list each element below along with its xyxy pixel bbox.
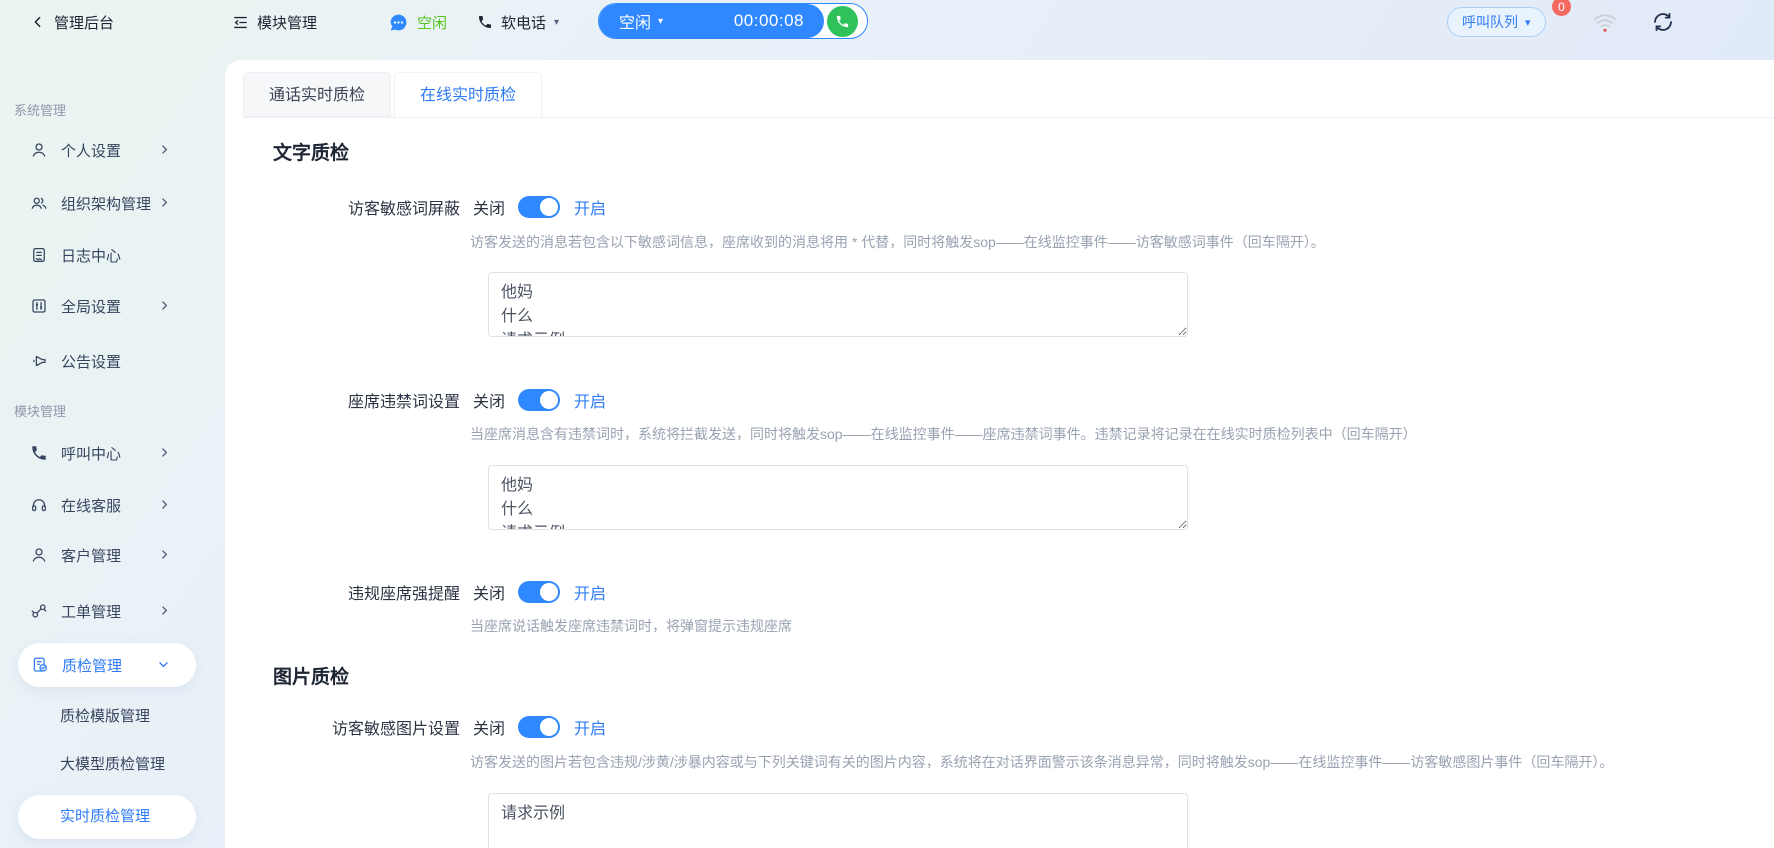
chevron-right-icon bbox=[158, 196, 171, 209]
softphone-dropdown[interactable]: 软电话 ▾ bbox=[477, 0, 559, 44]
setting-label: 违规座席强提醒 bbox=[347, 586, 460, 603]
toggle-knob bbox=[540, 391, 559, 409]
announcement-icon bbox=[30, 352, 48, 370]
chevron-right-icon bbox=[158, 604, 171, 617]
call-button[interactable] bbox=[827, 5, 858, 37]
chevron-right-icon bbox=[158, 143, 171, 156]
toggle-off-label: 关闭 bbox=[473, 394, 506, 411]
visitor-sensitive-images-toggle[interactable] bbox=[518, 716, 561, 738]
agent-status-label[interactable]: 空闲 bbox=[619, 9, 651, 33]
toggle-on-label: 开启 bbox=[574, 201, 607, 218]
setting-description: 当座席消息含有违禁词时，系统将拦截发送，同时将触发sop——在线监控事件——座席… bbox=[470, 426, 1417, 442]
agent-status-pill[interactable]: 空闲 ▾ 00:00:08 bbox=[598, 3, 868, 39]
chevron-down-icon bbox=[157, 658, 170, 671]
chat-bubble-icon bbox=[388, 12, 409, 33]
sidebar-section-module: 模块管理 bbox=[14, 404, 67, 419]
toggle-off-label: 关闭 bbox=[473, 586, 506, 603]
back-chevron-icon bbox=[30, 14, 46, 30]
call-timer: 00:00:08 bbox=[733, 11, 804, 30]
visitor-sensitive-images-textarea[interactable]: 请求示例 bbox=[488, 793, 1188, 848]
setting-description: 当座席说话触发座席违禁词时，将弹窗提示违规座席 bbox=[470, 618, 792, 634]
chevron-right-icon bbox=[158, 548, 171, 561]
section-title-image-qc: 图片质检 bbox=[273, 667, 350, 688]
call-queue-badge: 0 bbox=[1552, 0, 1571, 16]
setting-label: 访客敏感词屏蔽 bbox=[347, 201, 460, 218]
chevron-down-icon: ▾ bbox=[1525, 16, 1531, 29]
module-label: 模块管理 bbox=[257, 14, 318, 32]
toggle-on-label: 开启 bbox=[574, 586, 607, 603]
sidebar-subitem-qc-template[interactable]: 质检模版管理 bbox=[0, 695, 212, 739]
visitor-sensitive-words-toggle[interactable] bbox=[518, 196, 561, 218]
toggle-off-label: 关闭 bbox=[473, 201, 506, 218]
setting-row-violation-strong-reminder: 违规座席强提醒 关闭 开启 bbox=[225, 580, 606, 604]
toggle-on-label: 开启 bbox=[574, 721, 607, 738]
call-queue-dropdown[interactable]: 呼叫队列 ▾ bbox=[1447, 7, 1546, 37]
sidebar-item-org-management[interactable]: 组织架构管理 bbox=[0, 181, 212, 225]
global-settings-icon bbox=[30, 297, 48, 315]
chat-status[interactable]: 空闲 bbox=[388, 0, 447, 44]
call-center-icon bbox=[30, 444, 48, 462]
sidebar-item-online-service[interactable]: 在线客服 bbox=[0, 483, 212, 527]
sidebar-item-work-order[interactable]: 工单管理 bbox=[0, 589, 212, 633]
sidebar-item-call-center[interactable]: 呼叫中心 bbox=[0, 431, 212, 475]
back-button[interactable]: 管理后台 bbox=[30, 0, 114, 44]
chevron-right-icon bbox=[158, 498, 171, 511]
softphone-label: 软电话 bbox=[501, 14, 547, 32]
sidebar-subitem-llm-qc[interactable]: 大模型质检管理 bbox=[0, 743, 212, 787]
chevron-right-icon bbox=[158, 299, 171, 312]
org-icon bbox=[30, 194, 48, 212]
agent-forbidden-words-toggle[interactable] bbox=[518, 389, 561, 411]
sidebar-item-announcement-settings[interactable]: 公告设置 bbox=[0, 339, 212, 383]
toggle-knob bbox=[540, 718, 559, 736]
visitor-sensitive-words-textarea[interactable]: 他妈 什么 请求示例 bbox=[488, 272, 1188, 337]
setting-row-visitor-sensitive-images: 访客敏感图片设置 关闭 开启 bbox=[225, 715, 606, 739]
chevron-down-icon: ▾ bbox=[658, 15, 664, 27]
sidebar-item-log-center[interactable]: 日志中心 bbox=[0, 233, 212, 277]
headset-icon bbox=[30, 496, 48, 514]
sidebar-item-global-settings[interactable]: 全局设置 bbox=[0, 284, 212, 328]
qc-icon bbox=[31, 656, 49, 674]
work-order-icon bbox=[30, 602, 48, 620]
sidebar-subitem-realtime-qc[interactable]: 实时质检管理 bbox=[18, 795, 196, 839]
setting-label: 访客敏感图片设置 bbox=[331, 721, 460, 738]
toggle-knob bbox=[540, 583, 559, 601]
sidebar: 系统管理 个人设置 组织架构管理 日志中心 全局设置 公告设置 模块管理 呼叫中… bbox=[0, 60, 212, 848]
back-label: 管理后台 bbox=[54, 14, 115, 32]
sync-icon[interactable] bbox=[1651, 10, 1675, 34]
setting-description: 访客发送的图片若包含违规/涉黄/涉暴内容或与下列关键词有关的图片内容，系统将在对… bbox=[470, 754, 1614, 770]
chat-status-label: 空闲 bbox=[417, 14, 448, 32]
setting-row-agent-forbidden-words: 座席违禁词设置 关闭 开启 bbox=[225, 388, 606, 412]
wifi-icon bbox=[1592, 9, 1618, 35]
tab-online-realtime-qc[interactable]: 在线实时质检 bbox=[394, 72, 543, 117]
main-content-card: 通话实时质检 在线实时质检 文字质检 访客敏感词屏蔽 关闭 开启 访客发送的消息… bbox=[225, 60, 1774, 848]
section-title-text-qc: 文字质检 bbox=[273, 143, 350, 164]
toggle-on-label: 开启 bbox=[574, 394, 607, 411]
phone-icon bbox=[835, 14, 850, 29]
top-header: 管理后台 模块管理 空闲 软电话 ▾ 空闲 ▾ 00:00:08 呼叫队列 ▾ … bbox=[0, 0, 1774, 60]
agent-forbidden-words-textarea[interactable]: 他妈 什么 请求示例 bbox=[488, 465, 1188, 530]
tab-bar: 通话实时质检 在线实时质检 bbox=[243, 72, 1774, 118]
sidebar-section-system: 系统管理 bbox=[14, 103, 67, 118]
user-icon bbox=[30, 141, 48, 159]
tab-call-realtime-qc[interactable]: 通话实时质检 bbox=[243, 72, 392, 117]
toggle-off-label: 关闭 bbox=[473, 721, 506, 738]
sidebar-item-customer-management[interactable]: 客户管理 bbox=[0, 533, 212, 577]
setting-description: 访客发送的消息若包含以下敏感词信息，座席收到的消息将用 * 代替，同时将触发so… bbox=[470, 234, 1325, 250]
chevron-right-icon bbox=[158, 446, 171, 459]
call-queue-label: 呼叫队列 bbox=[1462, 14, 1518, 30]
menu-fold-icon bbox=[232, 14, 249, 31]
violation-strong-reminder-toggle[interactable] bbox=[518, 581, 561, 603]
phone-icon bbox=[477, 14, 493, 30]
setting-label: 座席违禁词设置 bbox=[347, 394, 460, 411]
chevron-down-icon: ▾ bbox=[554, 16, 560, 28]
toggle-knob bbox=[540, 198, 559, 216]
sidebar-item-qc-management[interactable]: 质检管理 bbox=[18, 643, 196, 687]
setting-row-visitor-sensitive-words: 访客敏感词屏蔽 关闭 开启 bbox=[225, 195, 606, 219]
customer-icon bbox=[30, 546, 48, 564]
log-icon bbox=[30, 246, 48, 264]
module-nav-button[interactable]: 模块管理 bbox=[232, 0, 317, 44]
sidebar-item-personal-settings[interactable]: 个人设置 bbox=[0, 128, 212, 172]
